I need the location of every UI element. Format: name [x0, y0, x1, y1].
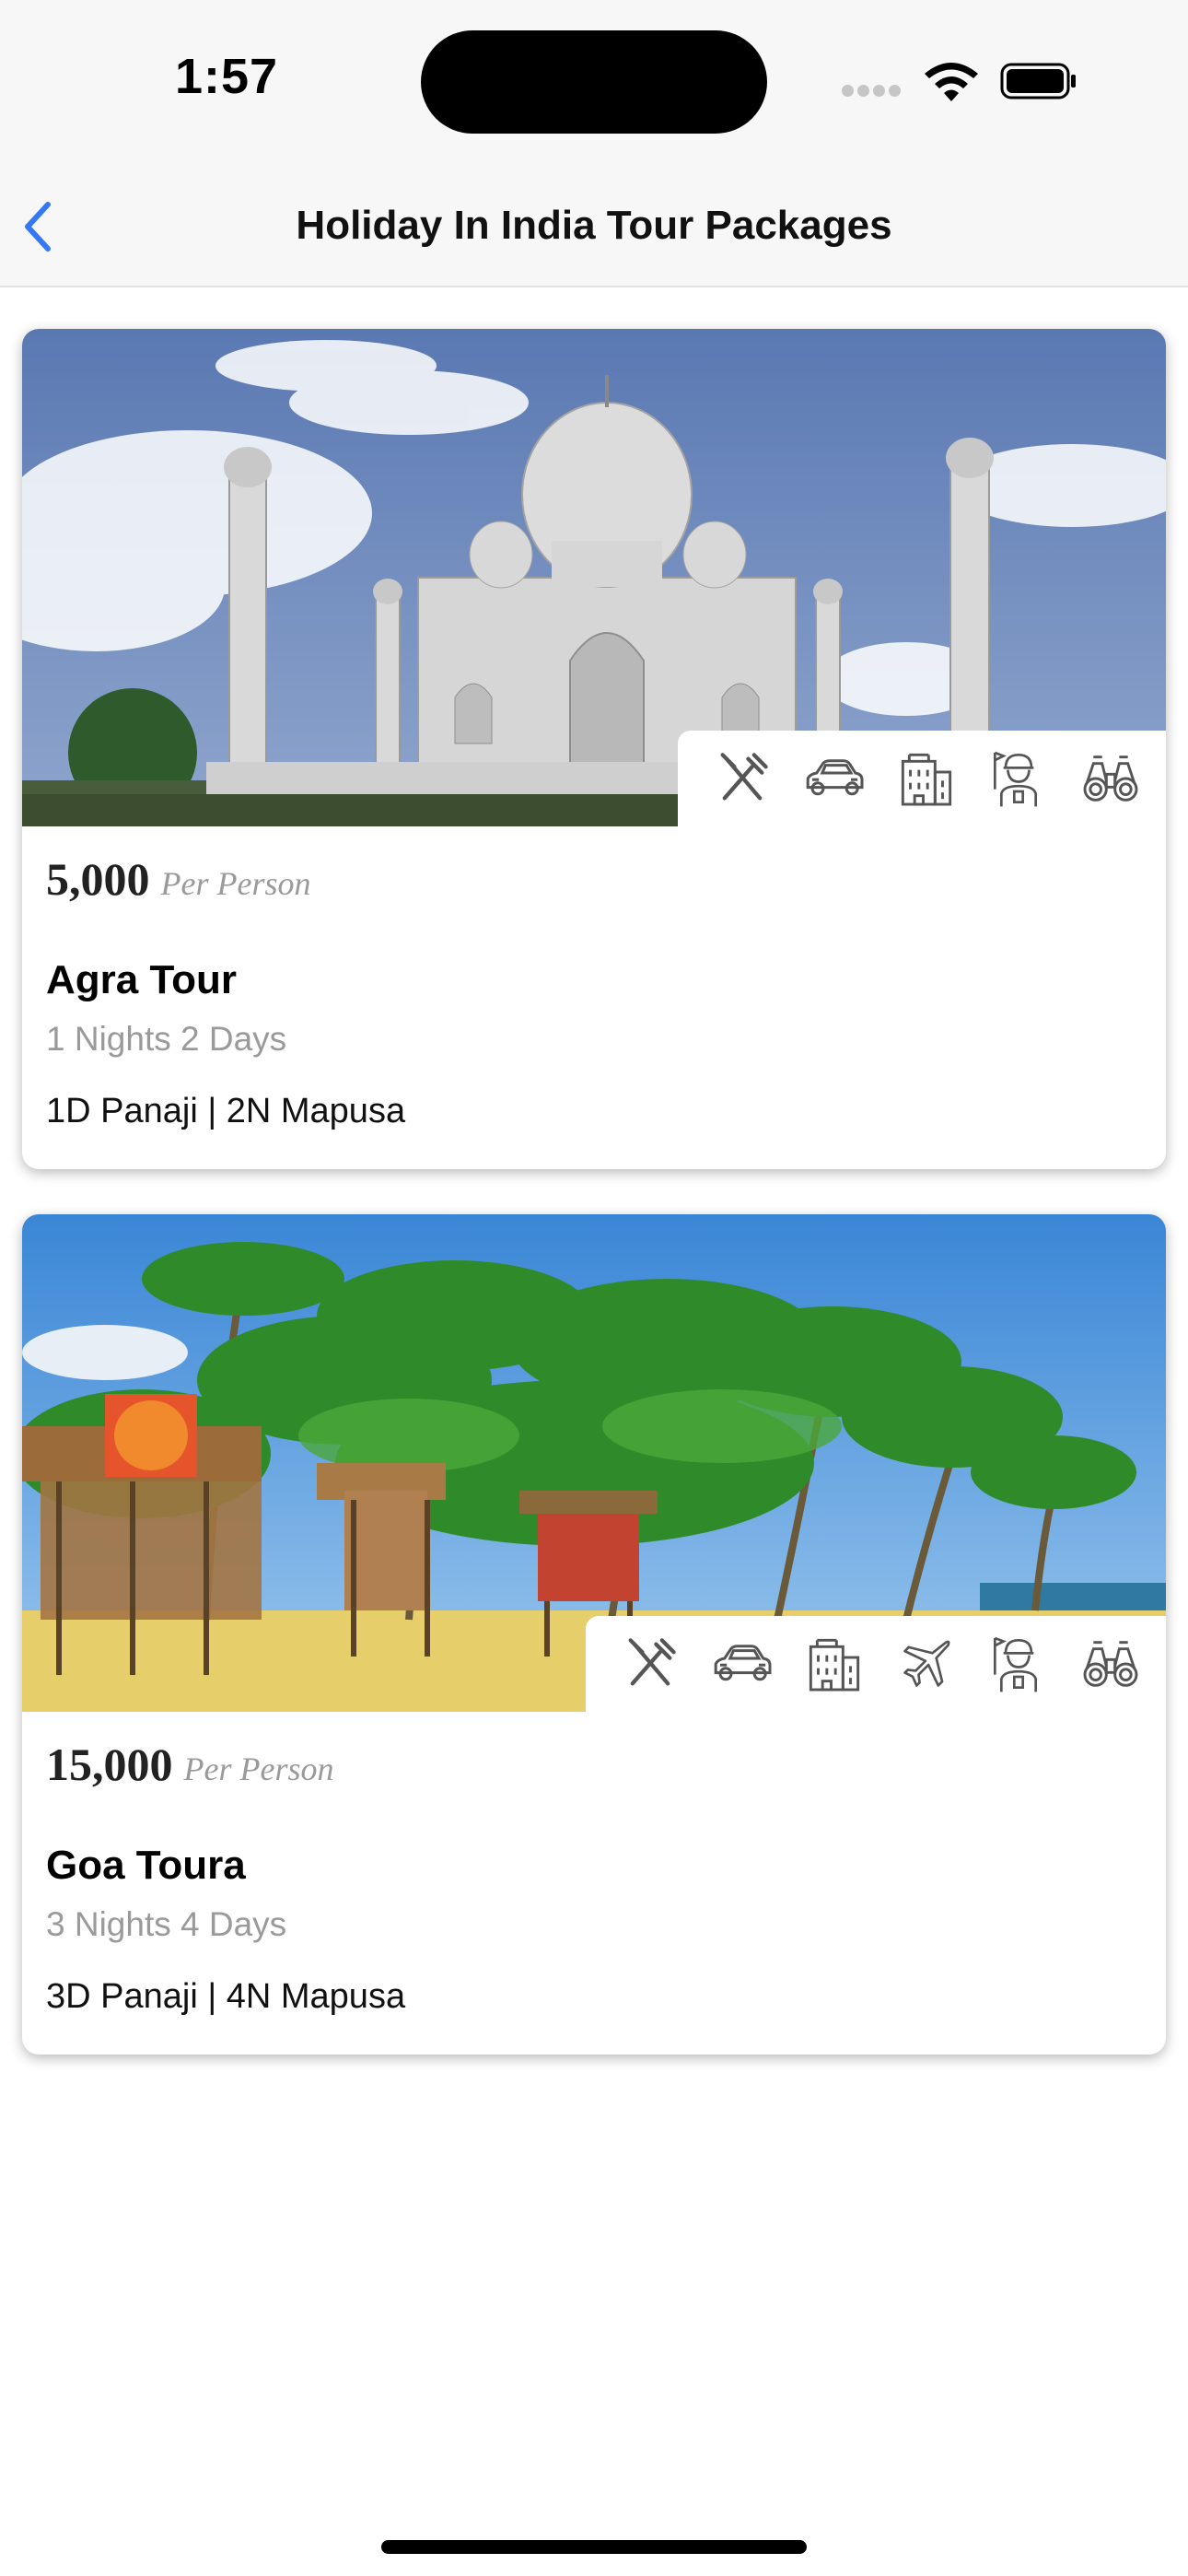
home-indicator[interactable] [381, 2540, 807, 2554]
price-unit: Per Person [160, 865, 311, 902]
taj-mahal-photo [22, 329, 1166, 826]
hotel-icon [880, 732, 973, 825]
car-icon [696, 1618, 788, 1710]
navigation-bar: Holiday In India Tour Packages [0, 157, 1188, 287]
cellular-signal-icon [842, 85, 906, 98]
meals-icon [696, 732, 788, 825]
amenities-bar [678, 731, 1166, 826]
package-price: 15,000 Per Person [46, 1739, 334, 1790]
amenities-bar [586, 1616, 1166, 1712]
package-duration: 1 Nights 2 Days [46, 1020, 287, 1058]
package-name: Goa Toura [46, 1843, 246, 1888]
car-icon [788, 732, 880, 825]
status-bar: 1:57 [0, 0, 1188, 157]
battery-icon [1000, 63, 1076, 100]
guide-icon [973, 1618, 1065, 1710]
dynamic-island [421, 30, 767, 134]
meals-icon [604, 1618, 696, 1710]
package-card-goa[interactable]: 15,000 Per Person Goa Toura 3 Nights 4 Da… [22, 1214, 1166, 2055]
package-duration: 3 Nights 4 Days [46, 1905, 287, 1943]
package-route: 3D Panaji | 4N Mapusa [46, 1977, 406, 2016]
package-price: 5,000 Per Person [46, 853, 311, 905]
wifi-icon [925, 63, 978, 101]
goa-beach-photo [22, 1214, 1166, 1712]
page-title: Holiday In India Tour Packages [296, 203, 892, 248]
status-time: 1:57 [175, 49, 279, 104]
guide-icon [973, 732, 1065, 825]
sightseeing-icon [1065, 732, 1157, 825]
package-card-agra[interactable]: 5,000 Per Person Agra Tour 1 Nights 2 Day… [22, 329, 1166, 1169]
hotel-icon [788, 1618, 880, 1710]
price-unit: Per Person [183, 1751, 334, 1787]
flight-icon [880, 1618, 973, 1710]
sightseeing-icon [1065, 1618, 1157, 1710]
package-name: Agra Tour [46, 957, 237, 1002]
package-route: 1D Panaji | 2N Mapusa [46, 1092, 406, 1130]
